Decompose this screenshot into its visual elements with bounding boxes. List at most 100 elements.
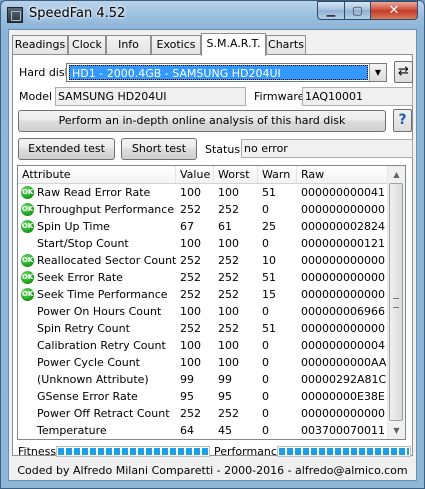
cell-worst: 45 (218, 424, 232, 437)
table-row[interactable]: OK Spin Up Time 67 61 25 000000002824 (18, 218, 389, 235)
cell-worst: 252 (218, 322, 239, 335)
cell-warn: 51 (262, 186, 276, 199)
performance-bar-fill (279, 448, 409, 455)
cell-warn: 51 (262, 271, 276, 284)
column-header-attribute[interactable]: Attribute (18, 166, 176, 183)
online-analysis-button[interactable]: Perform an in-depth online analysis of t… (18, 110, 386, 132)
cell-worst: 252 (218, 288, 239, 301)
ok-status-icon: OK (21, 254, 34, 267)
table-row[interactable]: Power On Hours Count 100 100 0 000000006966 (18, 303, 389, 320)
cell-warn: 0 (262, 424, 269, 437)
scroll-up-icon[interactable]: ▲ (388, 166, 405, 183)
table-row[interactable]: OK Throughput Performance 252 252 0 000000000… (18, 201, 389, 218)
cell-raw: 00000000E38E (301, 390, 385, 403)
cell-warn: 0 (262, 373, 269, 386)
short-test-button[interactable]: Short test (121, 138, 197, 160)
table-row[interactable]: OK Seek Error Rate 252 252 51 000000000000 (18, 269, 389, 286)
fitness-bar-fill (58, 448, 208, 455)
table-row[interactable]: GSense Error Rate 95 95 0 00000000E38E (18, 388, 389, 405)
cell-attribute: GSense Error Rate (37, 390, 138, 403)
firmware-field[interactable]: 1AQ10001 (302, 87, 413, 106)
cell-raw: 000000000000 (301, 203, 385, 216)
table-row[interactable]: Power Cycle Count 100 100 0 0000000000AA (18, 354, 389, 371)
refresh-button[interactable]: ⇄ (394, 61, 413, 83)
column-header-worst[interactable]: Worst (214, 166, 258, 183)
cell-worst: 95 (218, 390, 232, 403)
column-header-warn[interactable]: Warn (258, 166, 297, 183)
cell-warn: 10 (262, 254, 276, 267)
tab-charts[interactable]: Charts (266, 35, 306, 55)
cell-worst: 100 (218, 237, 239, 250)
cell-attribute: Reallocated Sector Count (37, 254, 177, 267)
cell-raw: 000000006966 (301, 305, 385, 318)
close-button[interactable]: ✕ (370, 1, 418, 20)
ok-status-icon: OK (21, 271, 34, 284)
hard-disk-select[interactable]: HD1 - 2000.4GB - SAMSUNG HD204UI ▼ (66, 63, 387, 82)
maximize-button[interactable]: ▢ (344, 1, 371, 20)
cell-warn: 0 (262, 407, 269, 420)
scroll-thumb[interactable] (389, 183, 403, 421)
cell-warn: 0 (262, 390, 269, 403)
cell-warn: 51 (262, 322, 276, 335)
cell-raw: 000000000121 (301, 237, 385, 250)
cell-raw: 000000000000 (301, 288, 385, 301)
list-body: OK Raw Read Error Rate 100 100 51 00000000004… (18, 184, 389, 439)
performance-label: Performance (214, 445, 284, 458)
model-field[interactable]: SAMSUNG HD204UI (55, 87, 246, 106)
cell-value: 100 (180, 186, 201, 199)
refresh-icon: ⇄ (398, 64, 409, 79)
cell-attribute: Seek Time Performance (37, 288, 168, 301)
fitness-bar (56, 446, 210, 457)
table-row[interactable]: Spin Retry Count 252 252 51 000000000000 (18, 320, 389, 337)
tab-smart[interactable]: S.M.A.R.T. (201, 33, 266, 56)
table-row[interactable]: OK Raw Read Error Rate 100 100 51 00000000004… (18, 184, 389, 201)
cell-value: 252 (180, 322, 201, 335)
cell-attribute: Start/Stop Count (37, 237, 129, 250)
help-button[interactable]: ? (393, 109, 412, 132)
scroll-down-icon[interactable]: ▼ (388, 422, 405, 439)
table-row[interactable]: Temperature 64 45 0 003700070011 (18, 422, 389, 439)
cell-warn: 0 (262, 237, 269, 250)
hard-disk-label: Hard disk (19, 66, 71, 79)
table-row[interactable]: Start/Stop Count 100 100 0 000000000121 (18, 235, 389, 252)
vertical-scrollbar[interactable]: ▲ ▼ (387, 166, 405, 439)
cell-worst: 252 (218, 203, 239, 216)
cell-raw: 000000000000 (301, 254, 385, 267)
status-label: Status (205, 143, 241, 156)
cell-attribute: Power Off Retract Count (37, 407, 170, 420)
column-header-raw[interactable]: Raw (297, 166, 389, 183)
status-field[interactable]: no error (241, 139, 413, 158)
table-row[interactable]: (Unknown Attribute) 99 99 0 00000292A81C (18, 371, 389, 388)
chevron-down-icon[interactable]: ▼ (369, 64, 386, 81)
ok-status-icon: OK (21, 288, 34, 301)
tab-clock[interactable]: Clock (68, 35, 106, 55)
tab-info[interactable]: Info (106, 35, 151, 55)
cell-attribute: Raw Read Error Rate (37, 186, 151, 199)
list-header: Attribute Value Worst Warn Raw (18, 166, 389, 184)
cell-attribute: Power Cycle Count (37, 356, 140, 369)
cell-worst: 61 (218, 220, 232, 233)
column-header-value[interactable]: Value (176, 166, 214, 183)
table-row[interactable]: Calibration Retry Count 100 100 0 0000000000… (18, 337, 389, 354)
minimize-button[interactable]: ▁ (317, 1, 345, 20)
cell-raw: 000000000000 (301, 322, 385, 335)
smart-panel: Hard disk HD1 - 2000.4GB - SAMSUNG HD204… (12, 54, 413, 458)
smart-attribute-list[interactable]: Attribute Value Worst Warn Raw OK Raw Rea… (17, 165, 406, 440)
help-icon: ? (398, 112, 407, 128)
cell-worst: 100 (218, 305, 239, 318)
table-row[interactable]: OK Reallocated Sector Count 252 252 10 000000… (18, 252, 389, 269)
table-row[interactable]: OK Seek Time Performance 252 252 15 000000000… (18, 286, 389, 303)
tab-readings[interactable]: Readings (12, 35, 68, 55)
cell-value: 100 (180, 237, 201, 250)
extended-test-button[interactable]: Extended test (18, 138, 115, 160)
cell-raw: 00000292A81C (301, 373, 387, 386)
table-row[interactable]: Power Off Retract Count 252 252 0 0000000000… (18, 405, 389, 422)
ok-status-icon: OK (21, 186, 34, 199)
app-icon[interactable] (7, 7, 23, 23)
cell-worst: 100 (218, 356, 239, 369)
title-bar[interactable]: SpeedFan 4.52 ▁ ▢ ✕ (1, 1, 424, 29)
cell-worst: 100 (218, 339, 239, 352)
model-label: Model (19, 90, 53, 103)
cell-attribute: Spin Up Time (37, 220, 110, 233)
tab-exotics[interactable]: Exotics (151, 35, 201, 55)
